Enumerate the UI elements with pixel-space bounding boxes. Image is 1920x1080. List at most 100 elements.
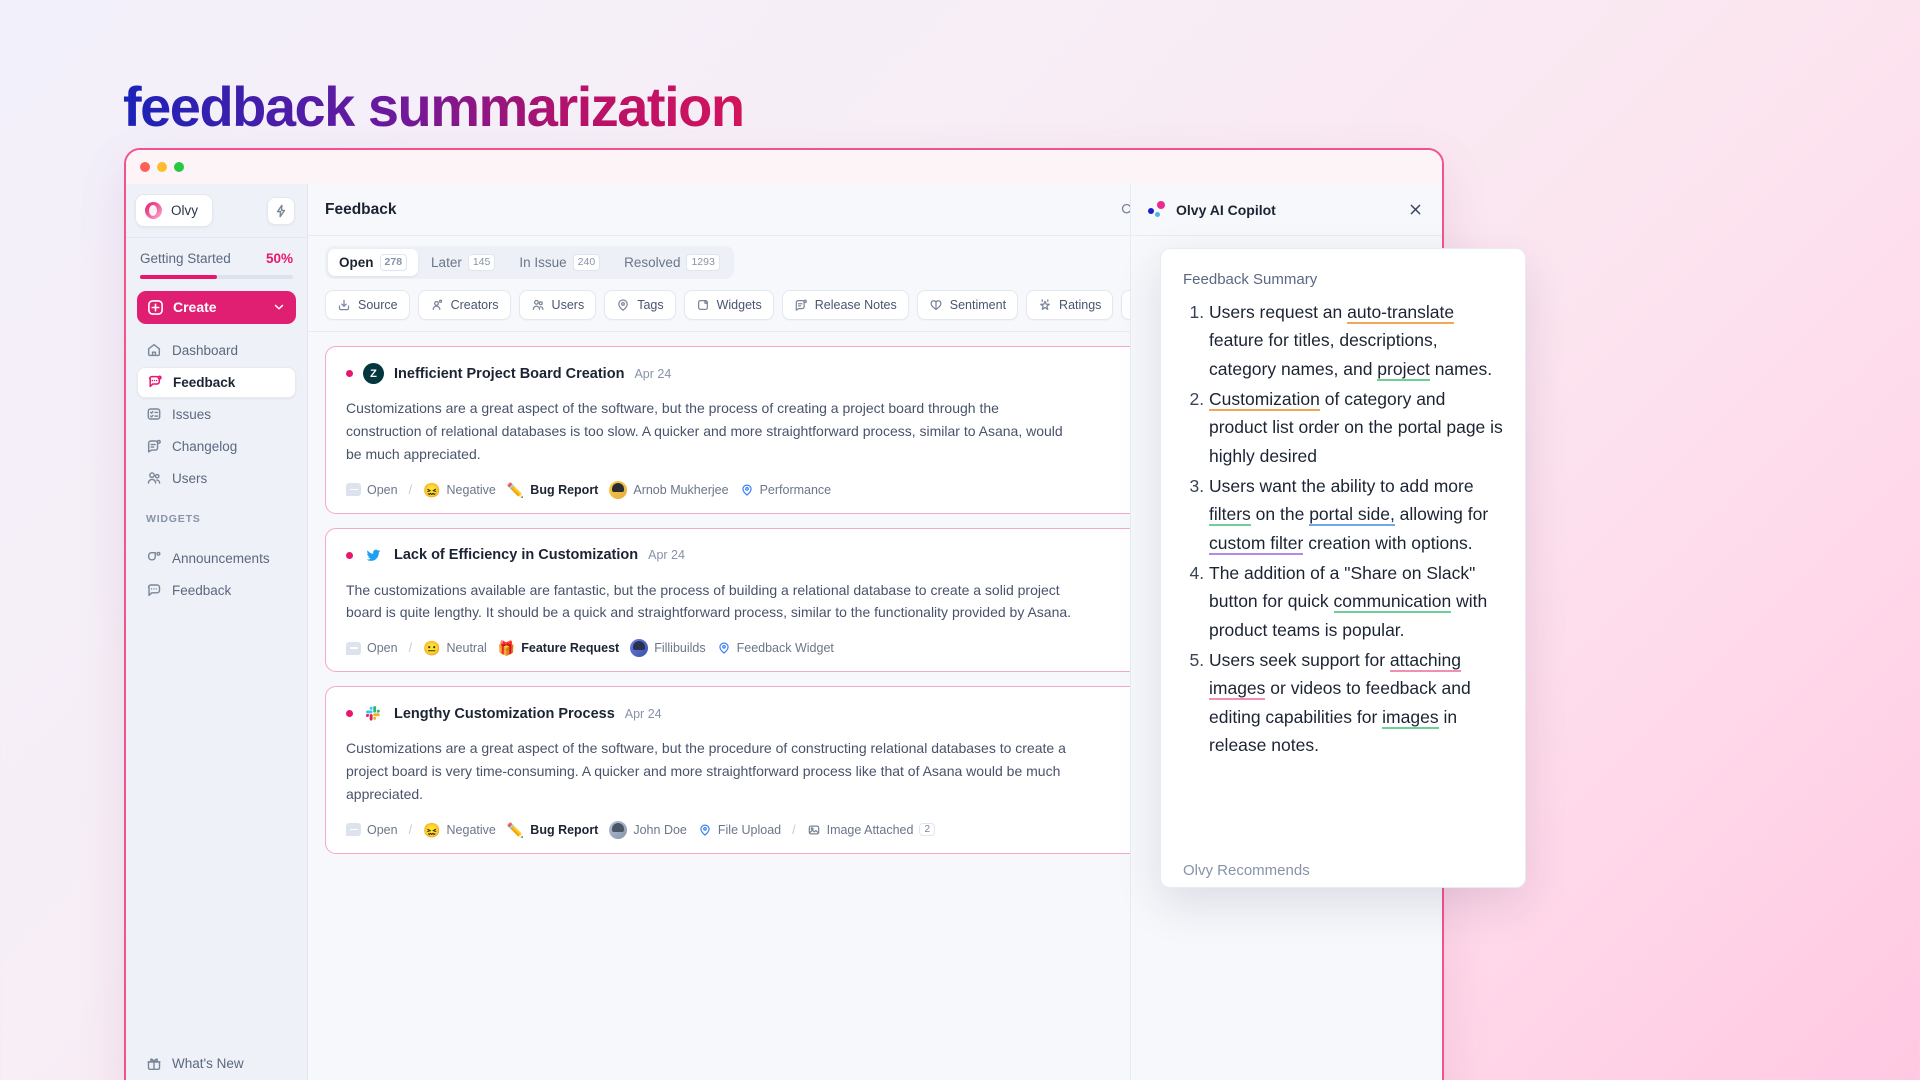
filter-widgets[interactable]: Widgets xyxy=(683,290,774,321)
olvy-recommends-label: Olvy Recommends xyxy=(1183,862,1310,879)
filter-release-notes[interactable]: Release Notes xyxy=(781,290,909,321)
summary-text: names. xyxy=(1429,358,1493,379)
filter-users[interactable]: Users xyxy=(518,290,597,321)
page-heading: Feedback xyxy=(325,200,397,218)
sentiment-label: Negative xyxy=(446,822,496,837)
home-icon xyxy=(147,343,161,357)
status-icon xyxy=(346,483,361,497)
sidebar-item-users[interactable]: Users xyxy=(137,463,296,494)
star-rating-icon xyxy=(1040,299,1050,311)
status-label: Open xyxy=(367,641,398,656)
getting-started-progress xyxy=(140,275,293,279)
highlighted-phrase: images xyxy=(1382,706,1439,729)
type-emoji-icon: ✏️ xyxy=(506,481,525,498)
sidebar-item-announcements[interactable]: Announcements xyxy=(137,543,296,574)
filter-label: Tags xyxy=(637,298,664,313)
close-window-button[interactable] xyxy=(140,162,150,172)
chat-bubble-icon xyxy=(147,584,161,597)
sidebar-item-feedback[interactable]: Feedback xyxy=(137,366,296,398)
issues-list-icon xyxy=(147,408,161,420)
summary-item: Users want the ability to add more filte… xyxy=(1209,472,1503,557)
status-icon xyxy=(346,641,361,655)
status-badge[interactable]: Open xyxy=(346,823,398,837)
status-tabs: Open 278 Later 145 In Issue 240 Resolved… xyxy=(325,246,734,280)
sidebar-item-label: Feedback xyxy=(172,582,232,598)
highlighted-phrase: custom filter xyxy=(1209,532,1304,555)
type-badge[interactable]: ✏️ Bug Report xyxy=(507,483,599,497)
gift-icon xyxy=(147,1057,161,1070)
user-badge[interactable]: Fillibuilds xyxy=(630,639,706,658)
workspace-row: Olvy xyxy=(126,184,307,237)
minimize-window-button[interactable] xyxy=(157,162,167,172)
feedback-title: Inefficient Project Board Creation xyxy=(394,365,625,382)
sentiment-badge[interactable]: 😖 Negative xyxy=(423,823,496,837)
filter-creators[interactable]: Creators xyxy=(417,290,511,321)
copilot-title: Olvy AI Copilot xyxy=(1176,201,1276,218)
feedback-date: Apr 24 xyxy=(634,366,672,381)
sentiment-badge[interactable]: 😖 Negative xyxy=(423,483,496,497)
sentiment-badge[interactable]: 😐 Neutral xyxy=(423,641,487,655)
filter-sentiment[interactable]: Sentiment xyxy=(916,290,1019,321)
type-emoji-icon: ✏️ xyxy=(506,821,525,838)
user-badge[interactable]: John Doe xyxy=(609,820,687,839)
status-badge[interactable]: Open xyxy=(346,641,398,655)
highlighted-phrase: filters xyxy=(1209,504,1251,527)
filter-tags[interactable]: Tags xyxy=(604,290,676,321)
tag-icon xyxy=(741,484,752,496)
workspace-switcher[interactable]: Olvy xyxy=(135,194,213,227)
filter-label: Sentiment xyxy=(949,298,1007,313)
tag-badge[interactable]: Feedback Widget xyxy=(717,641,834,655)
tab-open[interactable]: Open 278 xyxy=(328,249,419,277)
sidebar-item-whats-new[interactable]: What's New xyxy=(137,1048,296,1079)
tag-badge[interactable]: File Upload xyxy=(698,823,781,837)
feedback-title: Lengthy Customization Process xyxy=(394,705,615,722)
progress-fill xyxy=(140,275,217,279)
twitter-bird-icon xyxy=(366,549,381,561)
attachment-badge[interactable]: Image Attached 2 xyxy=(807,823,936,837)
zendesk-glyph: Z xyxy=(370,367,377,380)
unread-dot xyxy=(346,710,353,718)
highlighted-phrase: portal side, xyxy=(1309,504,1395,527)
sidebar-item-changelog[interactable]: Changelog xyxy=(137,431,296,462)
getting-started-percent: 50% xyxy=(265,251,293,266)
feedback-date: Apr 24 xyxy=(648,548,685,563)
maximize-window-button[interactable] xyxy=(174,162,184,172)
lightning-icon-button[interactable] xyxy=(267,196,295,225)
sidebar-item-label: What's New xyxy=(172,1056,244,1071)
user-name: Arnob Mukherjee xyxy=(633,482,729,497)
filter-source[interactable]: Source xyxy=(325,290,410,321)
sentiment-emoji-icon: 😖 xyxy=(423,821,441,838)
sentiment-label: Neutral xyxy=(446,641,487,656)
getting-started-section[interactable]: Getting Started 50% xyxy=(126,238,307,279)
sidebar-item-dashboard[interactable]: Dashboard xyxy=(137,335,296,366)
avatar xyxy=(609,820,628,839)
summary-item: Customization of category and product li… xyxy=(1209,385,1503,470)
create-button[interactable]: Create xyxy=(137,290,296,324)
tab-later[interactable]: Later 145 xyxy=(420,249,506,276)
filter-ratings[interactable]: Ratings xyxy=(1026,290,1114,321)
summary-text: on the xyxy=(1250,504,1310,525)
close-copilot-button[interactable] xyxy=(1404,199,1426,221)
sentiment-label: Negative xyxy=(446,482,496,497)
copilot-header: Olvy AI Copilot xyxy=(1131,184,1442,236)
plus-square-icon xyxy=(148,299,163,315)
type-label: Bug Report xyxy=(530,482,599,497)
zendesk-icon: Z xyxy=(363,363,384,385)
tab-in-issue[interactable]: In Issue 240 xyxy=(508,249,611,276)
status-badge[interactable]: Open xyxy=(346,483,398,497)
type-badge[interactable]: 🎁 Feature Request xyxy=(498,641,619,655)
type-label: Feature Request xyxy=(521,641,620,656)
summary-text: allowing for xyxy=(1394,504,1489,525)
summary-item: Users request an auto-translate feature … xyxy=(1209,298,1503,383)
type-label: Bug Report xyxy=(530,822,599,837)
user-badge[interactable]: Arnob Mukherjee xyxy=(609,480,729,499)
status-icon xyxy=(346,823,361,837)
tab-resolved[interactable]: Resolved 1293 xyxy=(613,249,731,276)
sidebar-item-issues[interactable]: Issues xyxy=(137,399,296,430)
tag-icon xyxy=(618,299,629,312)
type-badge[interactable]: ✏️ Bug Report xyxy=(507,823,599,837)
summary-heading: Feedback Summary xyxy=(1183,271,1318,288)
summary-item: Users seek support for attaching images … xyxy=(1209,646,1503,759)
sidebar-item-feedback-widget[interactable]: Feedback xyxy=(137,575,296,606)
tag-badge[interactable]: Performance xyxy=(740,483,831,497)
